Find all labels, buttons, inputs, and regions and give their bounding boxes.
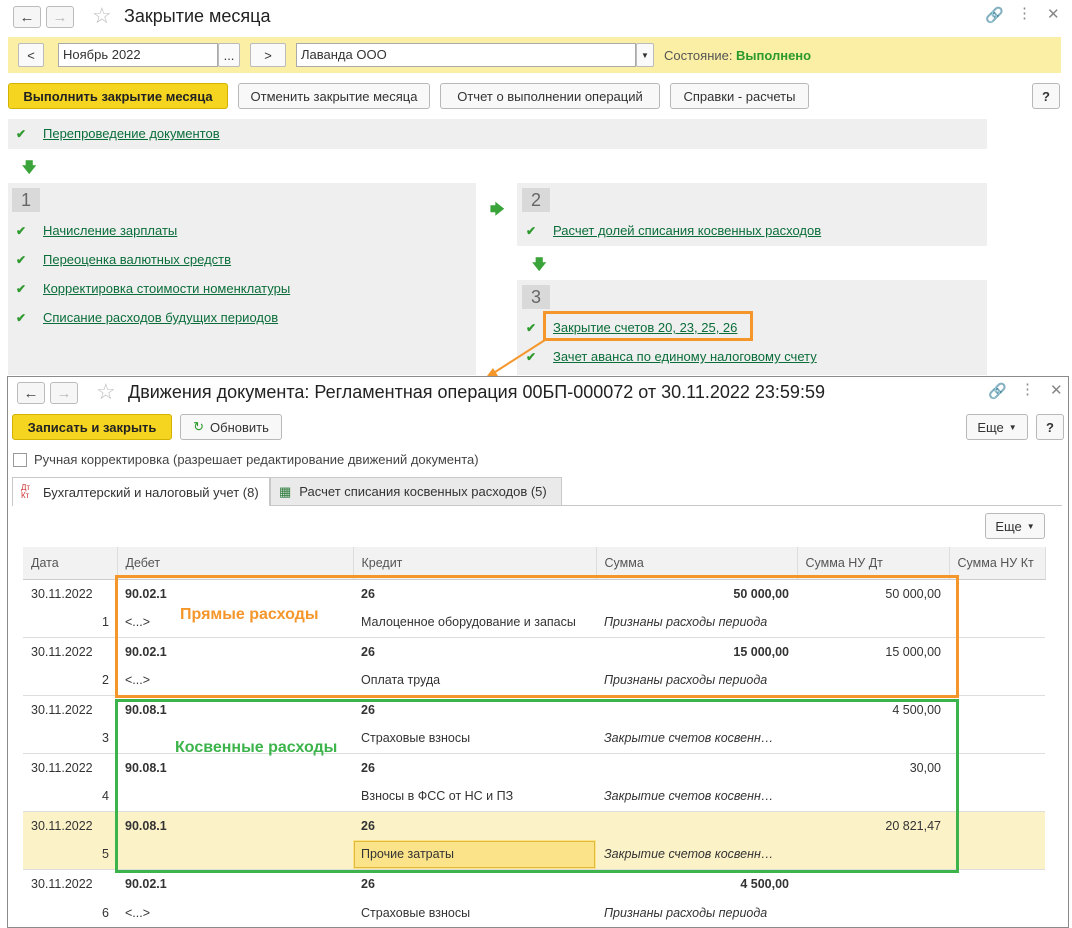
favorite-star-icon[interactable]: ☆ bbox=[96, 381, 116, 403]
cell-number: 2 bbox=[23, 666, 117, 696]
dropdown-icon: ▼ bbox=[1008, 422, 1017, 432]
more-button[interactable]: Еще ▼ bbox=[966, 414, 1028, 440]
tab-accounting-label: Бухгалтерский и налоговый учет (8) bbox=[43, 484, 259, 500]
indirect-costs-label: Косвенные расходы bbox=[175, 739, 338, 756]
cell-empty bbox=[949, 724, 1045, 754]
table-icon: ▦ bbox=[279, 483, 292, 499]
cell-empty bbox=[949, 608, 1045, 638]
cell-nu-kt bbox=[949, 869, 1045, 898]
manual-edit-label: Ручная корректировка (разрешает редактир… bbox=[34, 452, 479, 467]
cell-nu-kt bbox=[949, 695, 1045, 724]
cell-nu-kt bbox=[949, 753, 1045, 782]
dropdown-icon: ▼ bbox=[1026, 521, 1035, 531]
cell-date: 30.11.2022 bbox=[31, 702, 93, 717]
cell-date: 30.11.2022 bbox=[31, 760, 93, 775]
cell-number: 1 bbox=[23, 608, 117, 638]
cell-credit-sub: Страховые взносы bbox=[361, 905, 471, 920]
cell-nu-kt bbox=[949, 579, 1045, 608]
cell-nu-kt bbox=[949, 811, 1045, 840]
cell-empty bbox=[949, 898, 1045, 927]
connector-arrow bbox=[484, 339, 546, 380]
cell-empty bbox=[797, 898, 949, 927]
direct-costs-box bbox=[115, 575, 959, 698]
back-button[interactable]: ← bbox=[17, 382, 45, 404]
table-row[interactable]: 30.11.2022 90.02.1 26 4 500,00 bbox=[23, 869, 1045, 898]
cell-number: 3 bbox=[23, 724, 117, 754]
cell-debit-sub: <...> bbox=[125, 905, 151, 920]
tab-accounting[interactable]: Дт Кт Бухгалтерский и налоговый учет (8) bbox=[12, 477, 270, 506]
cell-sum: 4 500,00 bbox=[740, 876, 789, 891]
cell-debit: 90.02.1 bbox=[125, 876, 167, 891]
refresh-label: Обновить bbox=[210, 419, 269, 435]
refresh-icon: ↻ bbox=[193, 419, 205, 434]
close-icon[interactable]: ✕ bbox=[1050, 382, 1063, 400]
cell-number: 5 bbox=[23, 840, 117, 870]
column-header[interactable]: Сумма НУ Кт bbox=[949, 547, 1046, 580]
direct-costs-label: Прямые расходы bbox=[180, 606, 319, 623]
cell-date: 30.11.2022 bbox=[31, 644, 93, 659]
dt-kt-icon: Дт Кт bbox=[21, 483, 31, 500]
cell-number: 4 bbox=[23, 782, 117, 812]
table-row-sub[interactable]: 6 <...> Страховые взносы Признаны расход… bbox=[23, 898, 1045, 927]
cell-credit: 26 bbox=[361, 876, 375, 891]
link-icon[interactable]: 🔗 bbox=[988, 383, 1007, 401]
more-label: Еще bbox=[977, 419, 1004, 435]
cell-date: 30.11.2022 bbox=[23, 811, 117, 840]
table-more-button[interactable]: Еще ▼ bbox=[985, 513, 1045, 539]
more-icon[interactable]: ⋮ bbox=[1020, 381, 1035, 399]
tab-indirect-costs-label: Расчет списания косвенных расходов (5) bbox=[299, 484, 547, 499]
cell-empty bbox=[949, 666, 1045, 696]
cell-nu-dt bbox=[797, 869, 949, 898]
indirect-costs-box bbox=[115, 699, 959, 873]
cell-empty bbox=[949, 840, 1045, 870]
cell-date: 30.11.2022 bbox=[31, 586, 93, 601]
manual-edit-checkbox[interactable] bbox=[13, 453, 27, 467]
forward-button[interactable]: → bbox=[50, 382, 78, 404]
more-label: Еще bbox=[995, 518, 1022, 534]
window-title: Движения документа: Регламентная операци… bbox=[128, 382, 825, 402]
cell-empty bbox=[949, 782, 1045, 812]
cell-date: 30.11.2022 bbox=[31, 876, 93, 891]
refresh-button[interactable]: ↻ Обновить bbox=[180, 414, 282, 440]
tab-indirect-costs[interactable]: ▦ Расчет списания косвенных расходов (5) bbox=[270, 477, 562, 505]
column-header[interactable]: Дата bbox=[23, 547, 118, 580]
save-close-button[interactable]: Записать и закрыть bbox=[12, 414, 172, 440]
cell-nu-kt bbox=[949, 637, 1045, 666]
help-button[interactable]: ? bbox=[1036, 414, 1064, 440]
cell-content: Признаны расходы периода bbox=[604, 905, 768, 920]
cell-number: 6 bbox=[102, 905, 109, 920]
